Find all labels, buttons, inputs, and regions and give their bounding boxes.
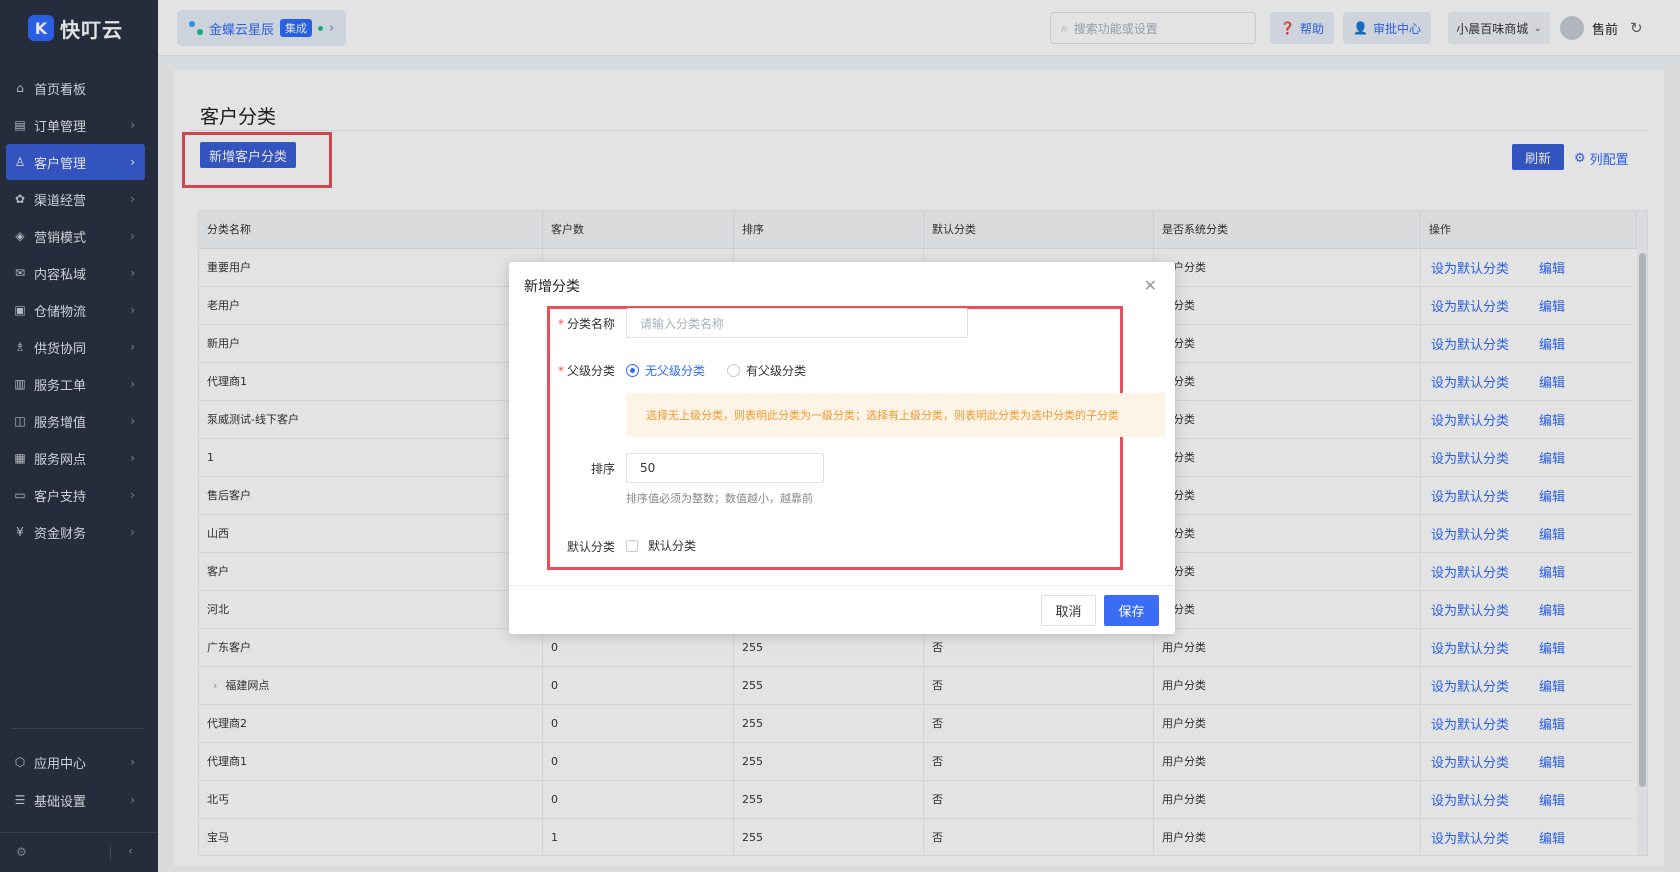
cancel-button[interactable]: 取消 (1041, 595, 1096, 626)
checkbox-icon (626, 539, 638, 552)
parent-category-label: * 父级分类 (557, 364, 615, 378)
category-name-input[interactable]: 请输入分类名称 (626, 308, 968, 338)
category-name-placeholder: 请输入分类名称 (640, 316, 725, 331)
default-category-checkbox[interactable]: 默认分类 (626, 537, 696, 554)
radio-no-parent-label: 无父级分类 (645, 364, 706, 378)
sort-input[interactable]: 50 (626, 453, 824, 483)
dialog-title: 新增分类 (524, 279, 580, 295)
radio-checked-icon (626, 364, 639, 377)
close-icon[interactable]: ✕ (1144, 276, 1157, 295)
radio-has-parent[interactable]: 有父级分类 (727, 362, 806, 379)
radio-unchecked-icon (727, 364, 740, 377)
add-category-dialog: 新增分类 ✕ * 分类名称 请输入分类名称 * 父级分类 无父级分类 有父级分类 选… (509, 262, 1175, 634)
parent-category-warning: 选择无上级分类，则表明此分类为一级分类；选择有上级分类，则表明此分类为选中分类的… (626, 393, 1165, 437)
highlight-box-form (547, 306, 1123, 570)
divider (509, 585, 1175, 586)
radio-no-parent[interactable]: 无父级分类 (626, 362, 705, 379)
sort-value: 50 (640, 461, 656, 475)
sort-label: 排序 (590, 462, 615, 476)
default-category-label: 默认分类 (566, 540, 615, 554)
warning-text: 选择无上级分类，则表明此分类为一级分类；选择有上级分类，则表明此分类为选中分类的… (646, 409, 1119, 422)
default-checkbox-label: 默认分类 (648, 539, 697, 553)
radio-has-parent-label: 有父级分类 (746, 364, 807, 378)
category-name-label: * 分类名称 (557, 317, 615, 331)
sort-hint: 排序值必须为整数；数值越小，越靠前 (626, 492, 813, 505)
save-button[interactable]: 保存 (1104, 595, 1159, 626)
